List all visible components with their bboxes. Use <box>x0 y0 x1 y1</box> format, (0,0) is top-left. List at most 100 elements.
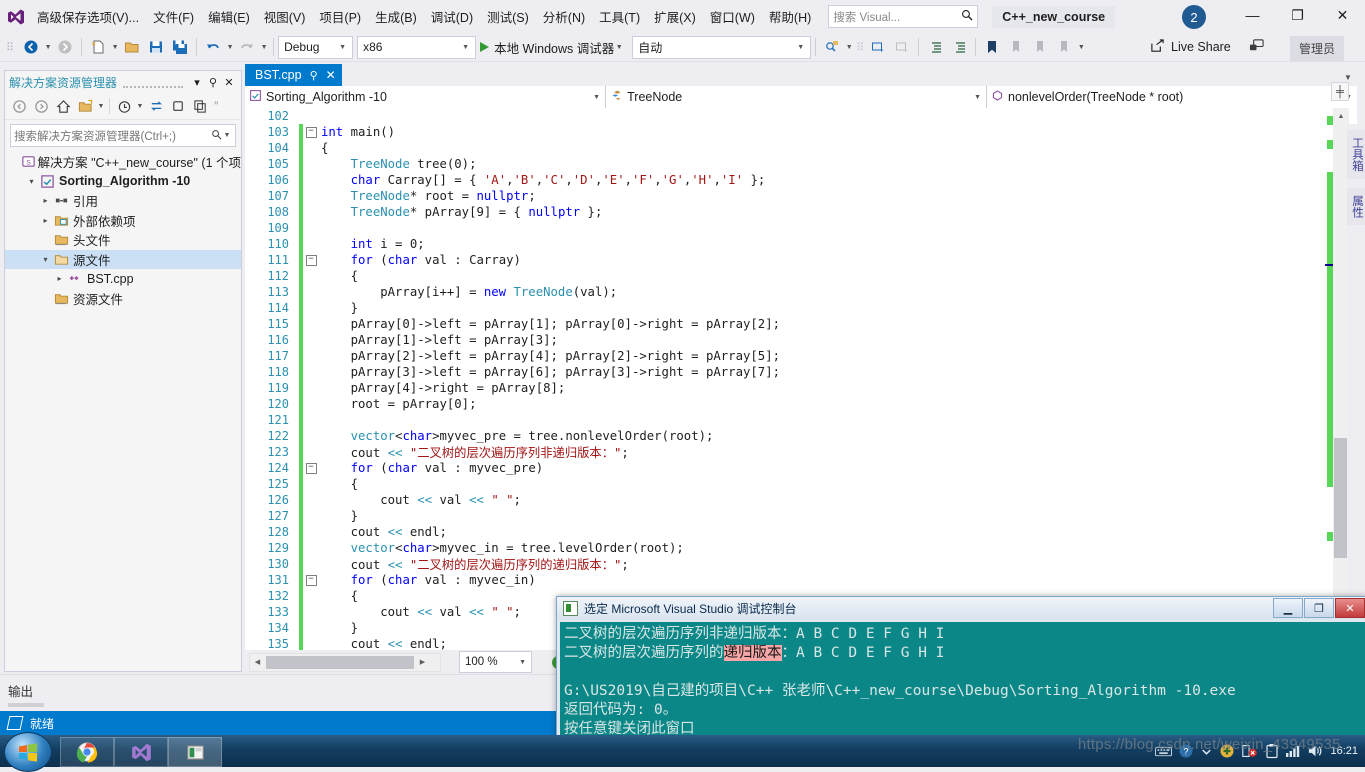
undo-icon[interactable] <box>202 36 224 58</box>
expand-arrow-open-icon[interactable]: ▾ <box>25 177 38 186</box>
collapse-all-icon[interactable] <box>190 96 210 116</box>
save-icon[interactable] <box>145 36 167 58</box>
previous-bookmark-icon[interactable] <box>1005 36 1027 58</box>
menu-item-build[interactable]: 生成(B) <box>368 3 424 30</box>
scroll-right-icon[interactable]: ▶ <box>415 658 430 666</box>
decrease-indent-icon[interactable] <box>924 36 946 58</box>
code-line[interactable]: 122 vector<char>myvec_pre = tree.nonleve… <box>245 428 780 444</box>
redo-icon[interactable] <box>236 36 258 58</box>
code-line[interactable]: 113 pArray[i++] = new TreeNode(val); <box>245 284 780 300</box>
expand-arrow-icon[interactable]: ▸ <box>39 216 52 225</box>
pending-changes-icon[interactable] <box>114 96 134 116</box>
navigate-backward-dropdown-icon[interactable]: ▼ <box>43 44 53 51</box>
scrollbar-thumb[interactable] <box>1334 438 1348 558</box>
next-bookmark-icon[interactable] <box>1029 36 1051 58</box>
navigate-backward-icon[interactable] <box>20 36 42 58</box>
new-project-icon[interactable] <box>87 36 109 58</box>
code-line[interactable]: 131 − for (char val : myvec_in) <box>245 572 780 588</box>
menu-item-test[interactable]: 测试(S) <box>480 3 536 30</box>
tree-item-2[interactable]: ▸ 引用 <box>5 191 241 211</box>
nav-project-combo[interactable]: Sorting_Algorithm -10 ▼ <box>245 86 607 108</box>
menu-item-edit[interactable]: 编辑(E) <box>201 3 257 30</box>
keyboard-layout-icon[interactable] <box>1155 745 1173 758</box>
chevron-down-icon[interactable]: ▾ <box>189 76 205 89</box>
fold-collapse-icon[interactable]: − <box>303 254 319 266</box>
taskbar-item-console[interactable] <box>168 737 222 767</box>
increase-indent-icon[interactable] <box>948 36 970 58</box>
back-icon[interactable] <box>9 96 29 116</box>
fold-collapse-icon[interactable]: − <box>303 126 319 138</box>
code-line[interactable]: 125 { <box>245 476 780 492</box>
tree-item-7[interactable]: 资源文件 <box>5 289 241 309</box>
toolbar-drag-handle[interactable]: ⠿ <box>856 41 864 54</box>
taskbar-item-visual-studio[interactable] <box>114 737 168 767</box>
clear-bookmarks-icon[interactable] <box>1053 36 1075 58</box>
code-line[interactable]: 115 pArray[0]->left = pArray[1]; pArray[… <box>245 316 780 332</box>
expand-arrow-icon[interactable]: ▸ <box>53 274 66 283</box>
debug-console-window[interactable]: 选定 Microsoft Visual Studio 调试控制台 ▁ ❐ ✕ 二… <box>556 596 1365 748</box>
close-button[interactable]: ✕ <box>1320 0 1365 30</box>
code-line[interactable]: 105 TreeNode tree(0); <box>245 156 780 172</box>
menu-item-view[interactable]: 视图(V) <box>257 3 313 30</box>
pin-icon[interactable]: ⚲ <box>205 76 221 89</box>
chevron-down-icon[interactable]: ▼ <box>96 103 106 110</box>
code-line[interactable]: 119 pArray[4]->right = pArray[8]; <box>245 380 780 396</box>
scroll-up-icon[interactable]: ▲ <box>1333 108 1349 124</box>
tray-expand-icon[interactable] <box>1200 745 1213 758</box>
console-title-bar[interactable]: 选定 Microsoft Visual Studio 调试控制台 ▁ ❐ ✕ <box>557 597 1365 619</box>
close-icon[interactable]: ✕ <box>221 76 237 89</box>
fold-collapse-icon[interactable]: − <box>303 574 319 586</box>
chevron-down-icon[interactable]: ▼ <box>222 132 232 139</box>
refresh-icon[interactable] <box>168 96 188 116</box>
minimize-button[interactable]: — <box>1230 0 1275 30</box>
code-line[interactable]: 114 } <box>245 300 780 316</box>
code-line[interactable]: 130 cout << "二叉树的层次遍历序列的递归版本："; <box>245 556 780 572</box>
code-line[interactable]: 103 − int main() <box>245 124 780 140</box>
code-line[interactable]: 127 } <box>245 508 780 524</box>
tool-tab-properties[interactable]: 属性 <box>1347 187 1365 225</box>
menu-item-advanced-save[interactable]: 高级保存选项(V)... <box>30 3 146 30</box>
solution-platform-combo[interactable]: x86 ▼ <box>357 35 477 59</box>
toolbar-drag-handle[interactable]: ⠿ <box>6 41 15 54</box>
code-line[interactable]: 106 char Carray[] = { 'A','B','C','D','E… <box>245 172 780 188</box>
taskbar-item-chrome[interactable] <box>60 737 114 767</box>
pin-icon[interactable]: ⚲ <box>310 69 318 82</box>
code-line[interactable]: 128 cout << endl; <box>245 524 780 540</box>
code-line[interactable]: 110 int i = 0; <box>245 236 780 252</box>
code-line[interactable]: 102 <box>245 108 780 124</box>
show-all-files-icon[interactable] <box>75 96 95 116</box>
code-line[interactable]: 111 − for (char val : Carray) <box>245 252 780 268</box>
editor-horizontal-scrollbar[interactable]: ◀ ▶ <box>249 652 441 672</box>
volume-icon[interactable] <box>1307 744 1324 758</box>
bookmarks-overflow-icon[interactable]: ▼ <box>1076 44 1086 51</box>
code-line[interactable]: 107 TreeNode* root = nullptr; <box>245 188 780 204</box>
expand-arrow-icon[interactable]: ▸ <box>39 196 52 205</box>
code-line[interactable]: 117 pArray[2]->left = pArray[4]; pArray[… <box>245 348 780 364</box>
editor-split-grip[interactable]: ╪ <box>1331 82 1349 101</box>
nav-type-combo[interactable]: TreeNode ▼ <box>606 86 987 108</box>
menu-item-debug[interactable]: 调试(D) <box>424 3 480 30</box>
code-line[interactable]: 126 cout << val << " "; <box>245 492 780 508</box>
comment-selection-icon[interactable] <box>867 36 889 58</box>
start-debugging-button[interactable]: 本地 Windows 调试器 ▼ <box>476 38 628 57</box>
tab-bst-cpp[interactable]: BST.cpp ⚲ ✕ <box>245 64 342 86</box>
toolbar-overflow-icon[interactable]: ″ <box>214 99 218 113</box>
code-line[interactable]: 129 vector<char>myvec_in = tree.levelOrd… <box>245 540 780 556</box>
tree-item-3[interactable]: ▸ 外部依赖项 <box>5 211 241 231</box>
code-line[interactable]: 112 { <box>245 268 780 284</box>
find-in-files-icon[interactable] <box>821 36 843 58</box>
code-line[interactable]: 118 pArray[3]->left = pArray[6]; pArray[… <box>245 364 780 380</box>
code-line[interactable]: 120 root = pArray[0]; <box>245 396 780 412</box>
menu-item-help[interactable]: 帮助(H) <box>762 3 818 30</box>
sync-views-icon[interactable] <box>146 96 166 116</box>
home-icon[interactable] <box>53 96 73 116</box>
uncomment-selection-icon[interactable] <box>891 36 913 58</box>
maximize-button[interactable]: ❐ <box>1275 0 1320 30</box>
help-icon[interactable]: ? <box>1178 743 1194 759</box>
new-project-dropdown-icon[interactable]: ▼ <box>110 44 120 51</box>
console-minimize-button[interactable]: ▁ <box>1273 598 1303 618</box>
feedback-icon[interactable] <box>1249 38 1264 56</box>
find-dropdown-icon[interactable]: ▼ <box>844 44 854 51</box>
menu-item-window[interactable]: 窗口(W) <box>703 3 762 30</box>
solution-configuration-combo[interactable]: Debug ▼ <box>278 35 354 59</box>
